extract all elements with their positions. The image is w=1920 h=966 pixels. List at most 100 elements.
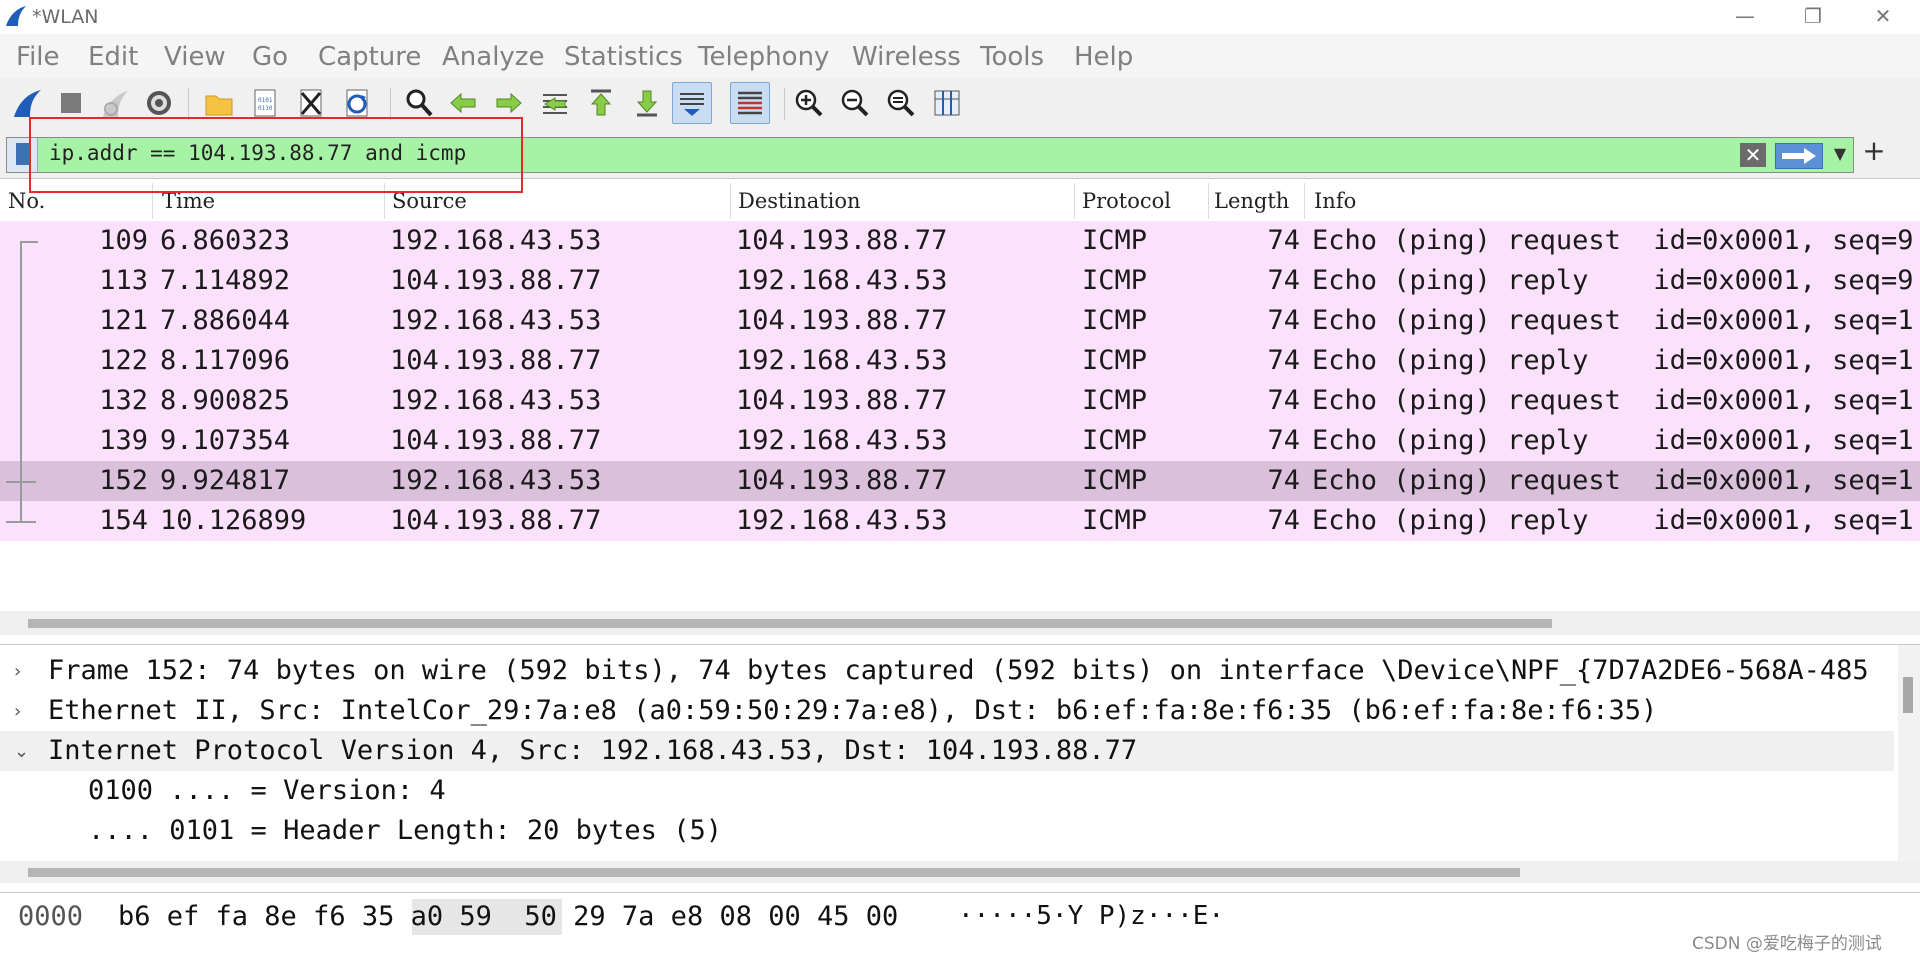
cell-time: 6.860323 xyxy=(160,225,291,256)
restore-button[interactable]: ❐ xyxy=(1778,0,1848,34)
apply-filter-arrow-icon[interactable] xyxy=(1775,143,1823,169)
packet-row[interactable]: 139 9.107354 104.193.88.77 192.168.43.53 ICM… xyxy=(0,421,1920,461)
expand-chevron-icon[interactable]: › xyxy=(14,701,21,722)
details-vertical-scrollbar[interactable] xyxy=(1898,645,1920,861)
cell-protocol: ICMP xyxy=(1082,505,1148,536)
first-packet-icon[interactable] xyxy=(582,83,620,123)
cell-protocol: ICMP xyxy=(1082,225,1148,256)
cell-time: 8.117096 xyxy=(160,345,291,376)
csdn-watermark: CSDN @爱吃梅子的测试 xyxy=(1692,934,1882,954)
cell-time: 9.924817 xyxy=(160,465,291,496)
cell-source: 104.193.88.77 xyxy=(390,425,602,456)
cell-time: 10.126899 xyxy=(160,505,307,536)
go-to-packet-icon[interactable] xyxy=(536,83,574,123)
cell-no: 139 xyxy=(99,425,148,456)
packet-row[interactable]: 132 8.900825 192.168.43.53 104.193.88.77 ICM… xyxy=(0,381,1920,421)
clear-filter-icon[interactable]: ✕ xyxy=(1740,143,1766,167)
cell-destination: 104.193.88.77 xyxy=(736,385,948,416)
cell-protocol: ICMP xyxy=(1082,345,1148,376)
column-info[interactable]: Info xyxy=(1314,189,1356,213)
menu-telephony[interactable]: Telephony xyxy=(698,42,829,72)
cell-source: 192.168.43.53 xyxy=(390,305,602,336)
add-filter-button[interactable]: + xyxy=(1862,137,1886,165)
cell-no: 113 xyxy=(99,265,148,296)
window-title: *WLAN xyxy=(32,6,99,28)
packet-row[interactable]: 152 9.924817 192.168.43.53 104.193.88.77 ICM… xyxy=(0,461,1920,501)
bytes-offset: 0000 xyxy=(18,901,84,932)
packet-row[interactable]: 122 8.117096 104.193.88.77 192.168.43.53 ICM… xyxy=(0,341,1920,381)
cell-protocol: ICMP xyxy=(1082,465,1148,496)
cell-info: Echo (ping) reply id=0x0001, seq=1 xyxy=(1312,505,1914,536)
cell-length: 74 xyxy=(1267,425,1300,456)
filter-history-dropdown-icon[interactable]: ▼ xyxy=(1829,144,1851,166)
detail-ipv4-text: Internet Protocol Version 4, Src: 192.16… xyxy=(48,735,1138,766)
packet-list-pane: No. Time Source Destination Protocol Len… xyxy=(0,178,1920,639)
detail-ethernet-text: Ethernet II, Src: IntelCor_29:7a:e8 (a0:… xyxy=(48,695,1658,726)
colorize-icon[interactable] xyxy=(730,82,770,124)
packet-row[interactable]: 109 6.860323 192.168.43.53 104.193.88.77 ICM… xyxy=(0,221,1920,261)
svg-text:0110: 0110 xyxy=(258,105,273,112)
detail-frame-row[interactable]: › Frame 152: 74 bytes on wire (592 bits)… xyxy=(0,651,1894,691)
menu-tools[interactable]: Tools xyxy=(980,42,1044,72)
details-hscroll-thumb[interactable] xyxy=(28,868,1520,877)
detail-ethernet-row[interactable]: › Ethernet II, Src: IntelCor_29:7a:e8 (a… xyxy=(0,691,1894,731)
detail-header-length-row[interactable]: .... 0101 = Header Length: 20 bytes (5) xyxy=(0,811,1894,851)
packet-row[interactable]: 121 7.886044 192.168.43.53 104.193.88.77 ICM… xyxy=(0,301,1920,341)
bytes-hex[interactable]: b6 ef fa 8e f6 35 a0 59 50 29 7a e8 08 0… xyxy=(118,901,898,932)
cell-protocol: ICMP xyxy=(1082,385,1148,416)
cell-source: 192.168.43.53 xyxy=(390,465,602,496)
column-length[interactable]: Length xyxy=(1214,189,1289,213)
cell-destination: 192.168.43.53 xyxy=(736,505,948,536)
cell-protocol: ICMP xyxy=(1082,265,1148,296)
column-destination[interactable]: Destination xyxy=(738,189,861,213)
cell-length: 74 xyxy=(1267,505,1300,536)
title-bar: *WLAN — ❐ ✕ xyxy=(0,0,1920,34)
column-protocol[interactable]: Protocol xyxy=(1082,189,1171,213)
detail-ip-version-text: 0100 .... = Version: 4 xyxy=(88,775,446,806)
last-packet-icon[interactable] xyxy=(628,83,666,123)
menu-statistics[interactable]: Statistics xyxy=(564,42,683,72)
menu-view[interactable]: View xyxy=(164,42,226,72)
zoom-out-icon[interactable] xyxy=(836,83,874,123)
cell-time: 7.114892 xyxy=(160,265,291,296)
autoscroll-icon[interactable] xyxy=(672,82,712,124)
resize-columns-icon[interactable] xyxy=(928,83,966,123)
detail-frame-text: Frame 152: 74 bytes on wire (592 bits), … xyxy=(48,655,1869,686)
close-button[interactable]: ✕ xyxy=(1848,0,1918,34)
detail-ipv4-row[interactable]: ⌄ Internet Protocol Version 4, Src: 192.… xyxy=(0,731,1894,771)
cell-destination: 192.168.43.53 xyxy=(736,265,948,296)
bytes-ascii[interactable]: ·····5·Y P)z···E· xyxy=(958,901,1224,931)
detail-ip-version-row[interactable]: 0100 .... = Version: 4 xyxy=(0,771,1894,811)
cell-info: Echo (ping) reply id=0x0001, seq=1 xyxy=(1312,345,1914,376)
cell-no: 121 xyxy=(99,305,148,336)
packet-row[interactable]: 113 7.114892 104.193.88.77 192.168.43.53 ICM… xyxy=(0,261,1920,301)
cell-source: 104.193.88.77 xyxy=(390,265,602,296)
cell-info: Echo (ping) reply id=0x0001, seq=9 xyxy=(1312,265,1914,296)
menu-help[interactable]: Help xyxy=(1074,42,1133,72)
menu-capture[interactable]: Capture xyxy=(318,42,421,72)
menu-edit[interactable]: Edit xyxy=(88,42,138,72)
cell-source: 192.168.43.53 xyxy=(390,225,602,256)
menu-file[interactable]: File xyxy=(16,42,60,72)
cell-length: 74 xyxy=(1267,305,1300,336)
details-scroll-thumb[interactable] xyxy=(1903,677,1913,713)
menu-go[interactable]: Go xyxy=(252,42,288,72)
cell-length: 74 xyxy=(1267,345,1300,376)
cell-time: 9.107354 xyxy=(160,425,291,456)
minimize-button[interactable]: — xyxy=(1710,0,1780,34)
packet-row[interactable]: 154 10.126899 104.193.88.77 192.168.43.53 IC… xyxy=(0,501,1920,541)
packet-list-scroll-thumb[interactable] xyxy=(28,619,1552,628)
menu-analyze[interactable]: Analyze xyxy=(442,42,544,72)
expand-chevron-icon[interactable]: › xyxy=(14,661,21,682)
menu-bar: File Edit View Go Capture Analyze Statis… xyxy=(0,34,1920,78)
collapse-chevron-icon[interactable]: ⌄ xyxy=(14,741,29,762)
zoom-in-icon[interactable] xyxy=(790,83,828,123)
cell-no: 122 xyxy=(99,345,148,376)
cell-length: 74 xyxy=(1267,385,1300,416)
cell-info: Echo (ping) request id=0x0001, seq=1 xyxy=(1312,385,1914,416)
packet-list-horizontal-scrollbar[interactable] xyxy=(0,611,1920,635)
cell-length: 74 xyxy=(1267,465,1300,496)
menu-wireless[interactable]: Wireless xyxy=(852,42,961,72)
details-horizontal-scrollbar[interactable] xyxy=(0,861,1920,883)
zoom-normal-icon[interactable] xyxy=(882,83,920,123)
